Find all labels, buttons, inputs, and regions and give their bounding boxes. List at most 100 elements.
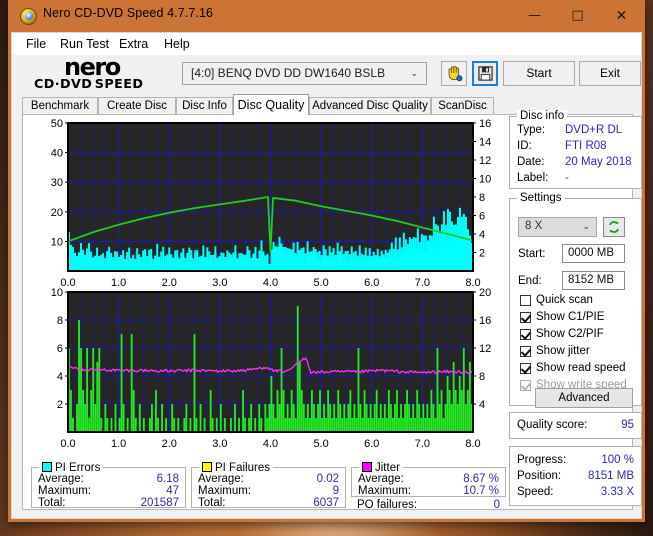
jitter-stats-box: Jitter Average: 8.67 % Maximum: 10.7 % (351, 461, 506, 497)
checkbox-show-jitter[interactable] (520, 346, 531, 357)
svg-text:12: 12 (479, 343, 491, 355)
tab-benchmark[interactable]: Benchmark (22, 97, 98, 115)
tab-label: Create Disc (106, 100, 168, 112)
close-icon: ✕ (615, 8, 628, 24)
start-button[interactable]: Start (503, 61, 575, 86)
nero-logo: nero CD·DVD SPEED (34, 55, 174, 93)
pi-failures-total-label: Total: (198, 497, 226, 509)
speed-label: Speed: (517, 486, 554, 498)
refresh-button[interactable] (603, 217, 625, 237)
pi-failures-plot: 2 4 6 8 10 4 8 12 16 20 0.0 1.0 2.0 3.0 4.0 5.0 6.0 7.0 8.… (51, 287, 492, 450)
tab-advanced-disc-quality[interactable]: Advanced Disc Quality (309, 97, 431, 115)
settings-box: Settings 8 X ⌄ Start: 0000 MB End: 8152 … (509, 192, 642, 406)
exit-button-label: Exit (599, 66, 620, 80)
checkbox-quick-scan[interactable] (520, 295, 531, 306)
svg-text:8.0: 8.0 (465, 438, 480, 450)
svg-text:7.0: 7.0 (415, 438, 430, 450)
pi-failures-maximum-value: 9 (332, 485, 339, 497)
svg-text:2: 2 (57, 399, 63, 411)
tab-label: Disc Info (182, 100, 227, 112)
svg-text:10: 10 (479, 174, 491, 186)
svg-text:6.0: 6.0 (364, 438, 379, 450)
pi-errors-total-label: Total: (38, 497, 66, 509)
checkbox-show-write-speed (520, 380, 531, 391)
quality-score-value: 95 (621, 419, 634, 431)
svg-text:4: 4 (479, 229, 485, 241)
position-label: Position: (517, 470, 562, 482)
jitter-average-label: Average: (358, 473, 404, 485)
pi-errors-average-label: Average: (38, 473, 84, 485)
svg-text:14: 14 (479, 137, 491, 149)
eject-button[interactable] (441, 61, 467, 86)
svg-text:2.0: 2.0 (162, 438, 177, 450)
save-button[interactable] (472, 61, 498, 86)
svg-text:30: 30 (51, 177, 63, 189)
jitter-maximum-value: 10.7 % (463, 485, 499, 497)
end-offset-value: 8152 MB (568, 274, 615, 286)
tab-label: Disc Quality (237, 98, 305, 112)
svg-text:20: 20 (51, 207, 63, 219)
pi-failures-maximum-label: Maximum: (198, 485, 252, 497)
advanced-button[interactable]: Advanced (535, 388, 633, 408)
position-value: 8151 MB (587, 470, 634, 482)
pi-errors-total-value: 201587 (140, 497, 179, 509)
end-offset-input[interactable]: 8152 MB (562, 271, 625, 290)
po-failures-label: PO failures: (357, 499, 418, 511)
maximize-button[interactable]: □ (556, 0, 599, 31)
nero-logo-subtitle: CD·DVD SPEED (34, 76, 144, 91)
speed-value: 3.33 X (600, 486, 634, 498)
svg-text:20: 20 (479, 287, 491, 299)
speed-select[interactable]: 8 X ⌄ (518, 217, 597, 237)
disc-label-value: - (565, 172, 569, 184)
menu-help[interactable]: Help (160, 36, 194, 52)
svg-text:3.0: 3.0 (212, 438, 227, 450)
svg-text:16: 16 (479, 118, 491, 130)
pi-errors-average-value: 6.18 (156, 473, 179, 485)
menu-file[interactable]: File (22, 36, 50, 52)
pi-failures-stats-box: PI Failures Average: 0.02 Maximum: 9 Tot… (191, 461, 346, 509)
checkbox-show-c2-pif-label: Show C2/PIF (536, 328, 604, 340)
menu-run-test[interactable]: Run Test (56, 36, 113, 52)
svg-text:4: 4 (57, 371, 63, 383)
checkbox-show-read-speed[interactable] (520, 363, 531, 374)
advanced-button-label: Advanced (558, 392, 610, 404)
drive-select-value: [4:0] BENQ DVD DD DW1640 BSLB (191, 66, 386, 80)
tab-label: Benchmark (30, 100, 90, 112)
svg-text:0.0: 0.0 (60, 438, 75, 450)
tab-scandisc[interactable]: ScanDisc (431, 97, 494, 115)
start-offset-input[interactable]: 0000 MB (562, 244, 625, 263)
jitter-average-value: 8.67 % (463, 473, 499, 485)
chevron-down-icon: ⌄ (582, 222, 590, 232)
close-button[interactable]: ✕ (600, 0, 643, 31)
checkbox-show-read-speed-label: Show read speed (536, 362, 626, 374)
minimize-icon: — (528, 8, 541, 23)
svg-text:8: 8 (479, 192, 485, 204)
po-failures-value: 0 (493, 499, 500, 511)
settings-caption: Settings (517, 192, 565, 204)
title-bar: Nero CD-DVD Speed 4.7.7.16 — □ ✕ (8, 0, 645, 32)
checkbox-show-c1-pie[interactable] (520, 312, 531, 323)
window-title: Nero CD-DVD Speed 4.7.7.16 (43, 6, 214, 20)
disc-label-label: Label: (517, 172, 549, 184)
disc-id-value: FTI R08 (565, 140, 607, 152)
nero-app-icon (20, 8, 37, 25)
tab-label: ScanDisc (438, 100, 487, 112)
disc-date-label: Date: (517, 156, 545, 168)
drive-select[interactable]: [4:0] BENQ DVD DD DW1640 BSLB ⌄ (182, 62, 427, 85)
exit-button[interactable]: Exit (579, 61, 641, 86)
tab-create-disc[interactable]: Create Disc (98, 97, 176, 115)
pi-failures-average-value: 0.02 (316, 473, 339, 485)
menu-extra[interactable]: Extra (115, 36, 152, 52)
pi-failures-total-value: 6037 (313, 497, 339, 509)
tab-disc-info[interactable]: Disc Info (176, 97, 233, 115)
minimize-button[interactable]: — (513, 0, 556, 31)
disc-info-box: Disc info Type: DVD+R DL ID: FTI R08 Dat… (509, 110, 642, 189)
svg-text:50: 50 (51, 118, 63, 130)
tab-disc-quality[interactable]: Disc Quality (233, 94, 309, 115)
disc-id-label: ID: (517, 140, 532, 152)
pi-errors-plot: 10203040502468101214160.0 1.0 2.0 3.0 4.0 5.0… (51, 118, 492, 289)
svg-text:4.0: 4.0 (263, 438, 278, 450)
svg-text:16: 16 (479, 315, 491, 327)
checkbox-show-c2-pif[interactable] (520, 329, 531, 340)
svg-text:6: 6 (57, 343, 63, 355)
